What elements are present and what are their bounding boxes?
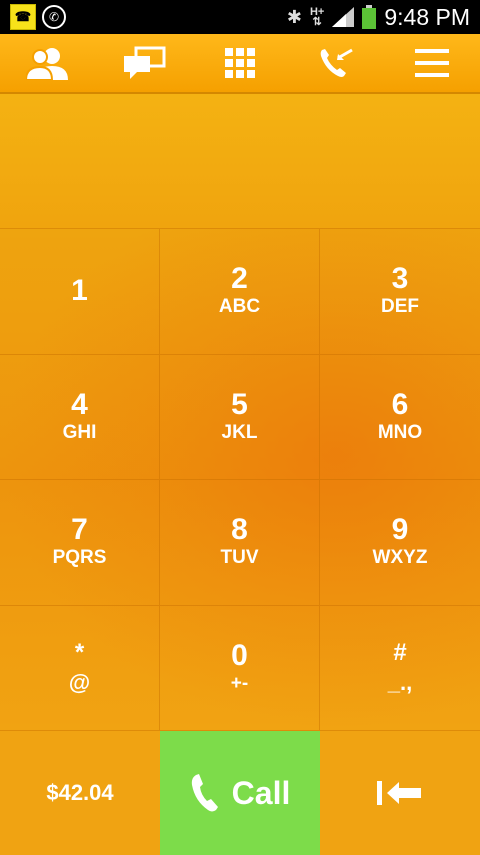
key-digit: 3 <box>391 262 409 296</box>
key-digit: 2 <box>231 262 248 296</box>
key-7[interactable]: 7 PQRS <box>0 479 160 605</box>
call-label: Call <box>231 774 291 811</box>
key-6[interactable]: 6 MNO <box>320 353 480 480</box>
keypad: 1 2 ABC 3 DEF 4 GHI 5 JKL 6 MNO 7 PQRS 8… <box>0 228 480 730</box>
status-right: ✱ H+ ⇅ 9:48 PM <box>287 4 480 31</box>
balance-display: $42.04 <box>0 731 160 855</box>
key-letters: PQRS <box>52 547 107 569</box>
key-digit: 8 <box>231 513 248 547</box>
key-letters: JKL <box>221 421 258 443</box>
key-digit: 1 <box>71 274 88 308</box>
call-log-icon <box>320 48 353 77</box>
key-digit: 4 <box>71 387 88 421</box>
key-4[interactable]: 4 GHI <box>0 353 160 479</box>
status-time: 9:48 PM <box>384 3 470 30</box>
key-5[interactable]: 5 JKL <box>160 353 320 479</box>
key-star[interactable]: * @ <box>0 604 160 730</box>
key-digit: 6 <box>391 387 409 421</box>
menu-button[interactable] <box>402 38 462 88</box>
key-letters: GHI <box>62 421 97 443</box>
key-digit: 5 <box>231 387 248 421</box>
key-digit: 9 <box>391 513 409 547</box>
menu-icon <box>415 49 449 77</box>
dialpad-icon <box>225 48 255 78</box>
network-h-plus-icon: H+ ⇅ <box>309 6 325 28</box>
call-button[interactable]: Call <box>160 731 320 855</box>
key-letters: WXYZ <box>372 547 428 569</box>
key-8[interactable]: 8 TUV <box>160 479 320 605</box>
network-type: H+ <box>309 6 325 18</box>
key-digit: * <box>74 638 85 666</box>
key-letters: MNO <box>377 421 423 443</box>
key-1[interactable]: 1 <box>0 228 160 354</box>
bottom-action-row: $42.04 Call <box>0 730 480 855</box>
backspace-button[interactable] <box>320 731 480 855</box>
key-letters: DEF <box>381 296 419 318</box>
status-bar: ☎ ✆ ✱ H+ ⇅ 9:48 PM <box>0 0 480 34</box>
key-letters: ABC <box>218 296 261 318</box>
key-letters: +- <box>230 672 249 694</box>
dialpad-button[interactable] <box>210 38 270 88</box>
contacts-icon <box>26 48 68 80</box>
signal-icon <box>332 7 355 27</box>
key-2[interactable]: 2 ABC <box>160 228 320 354</box>
number-display[interactable] <box>0 94 480 228</box>
call-log-button[interactable] <box>306 38 366 88</box>
key-digit: 7 <box>71 513 88 547</box>
key-9[interactable]: 9 WXYZ <box>320 479 480 605</box>
key-letters: TUV <box>220 547 259 569</box>
key-hash[interactable]: # _., <box>320 604 480 731</box>
contacts-button[interactable] <box>18 38 78 88</box>
key-digit: # <box>393 638 407 666</box>
key-digit: 0 <box>231 638 248 672</box>
key-letters: @ <box>68 669 91 695</box>
battery-icon <box>362 5 377 29</box>
messages-button[interactable] <box>114 38 174 88</box>
key-letters: _., <box>387 669 413 695</box>
top-toolbar <box>0 34 480 94</box>
chat-icon <box>124 46 166 79</box>
status-left: ☎ ✆ <box>0 4 66 30</box>
key-0[interactable]: 0 +- <box>160 604 320 730</box>
app-notification-icon: ☎ <box>10 4 36 30</box>
whatsapp-icon: ✆ <box>42 5 66 29</box>
phone-icon <box>191 774 218 812</box>
key-3[interactable]: 3 DEF <box>320 228 480 354</box>
balance-value: $42.04 <box>46 780 114 805</box>
backspace-icon <box>377 781 421 805</box>
bluetooth-icon: ✱ <box>286 6 302 27</box>
